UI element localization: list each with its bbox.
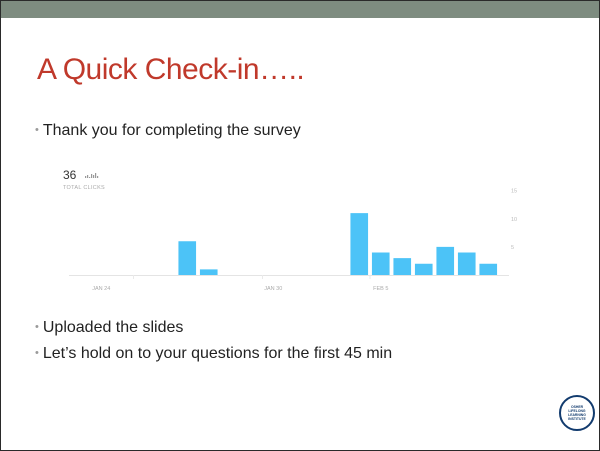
- bar-day-18: [457, 252, 476, 275]
- bullet-text: Uploaded the slides: [42, 319, 184, 336]
- sparkline-bar: [95, 173, 97, 178]
- sparkline-bar: [85, 176, 87, 178]
- bullet-uploaded: • Uploaded the slides: [35, 319, 183, 337]
- total-clicks-label: TOTAL CLICKS: [63, 185, 105, 191]
- sparkline-bar: [91, 174, 93, 178]
- sparkline-bar: [89, 177, 91, 178]
- sparkline-bar: [93, 175, 95, 178]
- bar-day-14: [371, 252, 390, 275]
- bullet-text: Thank you for completing the survey: [42, 122, 301, 139]
- bar-day-16: [414, 263, 433, 275]
- x-tick-label: JAN 30: [264, 286, 282, 292]
- bullet-dot-icon: •: [35, 321, 39, 333]
- bullet-dot-icon: •: [35, 347, 39, 359]
- bullet-text: Let’s hold on to your questions for the …: [42, 345, 393, 362]
- bullet-questions: • Let’s hold on to your questions for the…: [35, 345, 392, 363]
- bar-day-6: [199, 269, 218, 275]
- bar-day-15: [393, 258, 412, 275]
- total-clicks-value: 36: [63, 168, 77, 182]
- slide-title: A Quick Check-in…..: [37, 53, 305, 86]
- sparkline-bar: [97, 176, 99, 178]
- x-tick-label: JAN 24: [92, 286, 110, 292]
- logo-text: OSHER LIFELONG LEARNING INSTITUTE: [568, 404, 586, 422]
- bar-day-5: [178, 241, 197, 275]
- clicks-chart: 36 TOTAL CLICKS 5 10 15 JAN 24 JAN 30 FEB 5: [49, 159, 533, 299]
- bar-day-17: [436, 246, 455, 275]
- sparkline-bar: [87, 175, 89, 178]
- clicks-bar-chart: 36 TOTAL CLICKS 5 10 15 JAN 24 JAN 30 FEB 5: [63, 168, 517, 292]
- slide-header-bar: [1, 1, 599, 18]
- bullet-dot-icon: •: [35, 124, 39, 136]
- y-tick-label: 5: [511, 245, 514, 251]
- y-tick-label: 10: [511, 217, 517, 223]
- osher-logo: OSHER LIFELONG LEARNING INSTITUTE: [559, 395, 595, 431]
- bar-day-13: [350, 213, 369, 275]
- y-tick-label: 15: [511, 189, 517, 195]
- bar-day-19: [479, 263, 498, 275]
- slide: A Quick Check-in….. • Thank you for compl…: [0, 0, 600, 451]
- bullet-survey: • Thank you for completing the survey: [35, 122, 301, 140]
- x-tick-label: FEB 5: [373, 286, 388, 292]
